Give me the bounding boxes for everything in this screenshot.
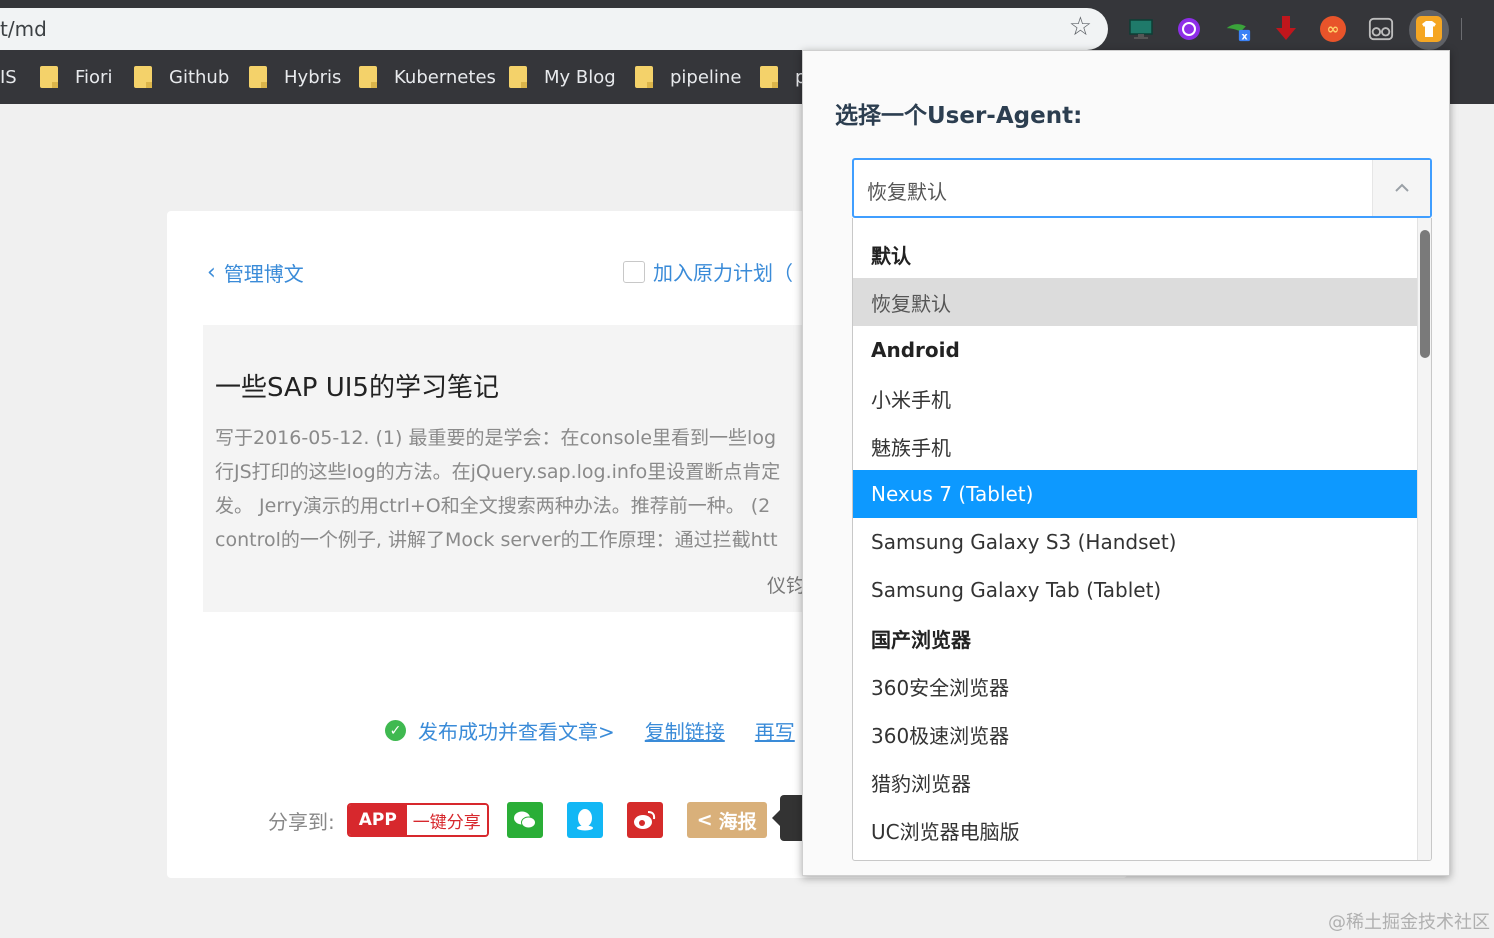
toolbar-separator [1461,18,1462,40]
join-yuanli-plan[interactable]: 加入原力计划（ [623,257,793,286]
folder-icon [635,66,653,88]
app-tag: APP [348,805,407,835]
bookmark-my-blog[interactable]: My Blog [509,65,616,89]
watermark: @稀土掘金技术社区 [1328,912,1490,933]
article-author: 仪钧 [767,575,806,597]
bookmark-hybris[interactable]: Hybris [249,65,341,89]
user-agent-dropdown: 默认 恢复默认 Android 小米手机 魅族手机 Nexus 7 (Table… [852,218,1432,861]
bookmark-star-icon[interactable]: ☆ [1069,12,1092,42]
qq-share-icon[interactable] [566,802,603,838]
url-text: t/md [0,17,47,41]
browser-toolbar: t/md ☆ x ∞ [0,0,1494,50]
option-360-safe[interactable]: 360安全浏览器 [853,662,1419,710]
bookmark-pipeline[interactable]: pipeline [635,65,741,89]
share-bar: 分享到: APP 一键分享 < 海报 [268,802,767,838]
wechat-share-icon[interactable] [506,802,543,838]
monitor-extension-icon[interactable] [1128,16,1154,42]
check-circle-icon: ✓ [385,720,406,741]
app-share-button[interactable]: APP 一键分享 [346,803,489,837]
option-liebao[interactable]: 猎豹浏览器 [853,758,1419,806]
popup-title: 选择一个User-Agent: [835,103,1083,129]
manage-posts-label: 管理博文 [223,262,304,286]
option-uc-desktop[interactable]: UC浏览器电脑版 [853,806,1419,854]
bookmark-github[interactable]: Github [134,65,229,89]
glasses-extension-icon[interactable] [1368,16,1394,42]
app-share-text: 一键分享 [406,805,487,835]
folder-icon [760,66,778,88]
view-article-link[interactable]: 发布成功并查看文章> [418,716,615,745]
green-x-extension-icon[interactable]: x [1225,16,1251,42]
chevron-left-icon: ‹ [207,260,216,285]
option-360-speed[interactable]: 360极速浏览器 [853,710,1419,758]
poster-share-button[interactable]: < 海报 [686,802,767,838]
weibo-share-icon[interactable] [626,802,663,838]
yuanli-label: 加入原力计划（ [653,261,793,285]
copy-link-button[interactable]: 复制链接 [645,716,725,745]
folder-icon [359,66,377,88]
option-group-default: 默认 [871,243,911,268]
tooltip-pointer [772,795,802,841]
user-agent-select[interactable]: 恢复默认 [852,158,1432,218]
select-current-value: 恢复默认 [867,180,947,204]
option-galaxy-tab[interactable]: Samsung Galaxy Tab (Tablet) [853,566,1419,614]
chevron-up-icon[interactable] [1372,160,1430,216]
article-excerpt-line: control的一个例子, 讲解了Mock server的工作原理：通过拦截ht… [215,529,778,551]
folder-icon [509,66,527,88]
user-agent-popup: 选择一个User-Agent: 恢复默认 默认 恢复默认 Android 小米手… [802,50,1450,876]
user-agent-switcher-extension-icon[interactable] [1416,16,1442,42]
option-meizu[interactable]: 魅族手机 [853,422,1419,470]
poster-label: 海报 [718,810,757,833]
option-galaxy-s3[interactable]: Samsung Galaxy S3 (Handset) [853,518,1419,566]
svg-text:x: x [1241,31,1247,42]
article-excerpt-line: 行JS打印的这些log的方法。在jQuery.sap.log.info里设置断点… [215,461,781,483]
article-title: 一些SAP UI5的学习笔记 [215,373,499,403]
bookmark-fiori[interactable]: Fiori [40,65,112,89]
option-xiaomi[interactable]: 小米手机 [853,374,1419,422]
infinity-extension-icon[interactable]: ∞ [1320,16,1346,42]
yuanli-checkbox[interactable] [623,260,645,283]
address-bar[interactable]: t/md ☆ [0,8,1108,50]
bookmark-is[interactable]: IS [0,65,17,89]
article-summary: 一些SAP UI5的学习笔记 写于2016-05-12. (1) 最重要的是学会… [203,325,823,612]
manage-posts-link[interactable]: ‹ 管理博文 [207,258,304,287]
dropdown-scrollbar[interactable] [1417,218,1431,860]
option-group-android: Android [871,338,960,362]
option-restore-default[interactable]: 恢复默认 [853,278,1419,326]
article-excerpt-line: 发。 Jerry演示的用ctrl+O和全文搜索两种办法。推荐前一种。 (2 [215,495,771,517]
purple-circle-extension-icon[interactable] [1176,16,1202,42]
scrollbar-thumb[interactable] [1420,230,1430,358]
folder-icon [134,66,152,88]
folder-icon [40,66,58,88]
publish-actions: ✓ 发布成功并查看文章> 复制链接 再写 [385,716,795,745]
bookmark-p[interactable]: p [760,65,806,89]
bookmark-kubernetes[interactable]: Kubernetes [359,65,496,89]
share-label: 分享到: [268,809,335,834]
option-group-domestic-browsers: 国产浏览器 [871,627,971,652]
write-again-link[interactable]: 再写 [755,716,795,745]
option-nexus7[interactable]: Nexus 7 (Tablet) [853,470,1419,518]
folder-icon [249,66,267,88]
share-icon: < [696,809,713,831]
article-excerpt-line: 写于2016-05-12. (1) 最重要的是学会：在console里看到一些l… [215,427,777,449]
red-arrow-extension-icon[interactable] [1273,16,1299,42]
